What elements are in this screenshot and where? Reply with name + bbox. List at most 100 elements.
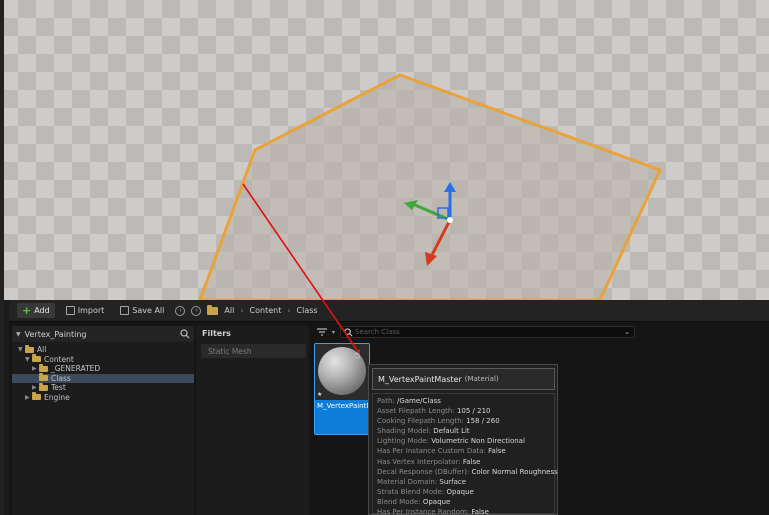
property-key: Lighting Mode: — [377, 437, 432, 446]
property-value: False — [462, 457, 481, 466]
search-icon — [344, 328, 353, 337]
tree-item-label: All — [37, 345, 47, 355]
property-value: False — [488, 447, 506, 456]
tooltip-property-row: Material Domain: Surface — [377, 477, 554, 487]
hand-cursor-icon: ☝ — [354, 348, 361, 361]
breadcrumb-content[interactable]: Content — [250, 306, 282, 315]
asset-tile-material[interactable]: ★ M_VertexPaintMaster — [314, 343, 391, 435]
tooltip-property-row: Shading Model: Default Lit — [377, 426, 554, 436]
tooltip-asset-type: (Material) — [464, 375, 499, 383]
tooltip-property-row: Has Per Instance Custom Data: False — [377, 446, 554, 456]
chevron-down-icon[interactable]: ⌄ — [624, 328, 630, 336]
tooltip-property-row: Cooking Filepath Length: 158 / 260 — [377, 416, 554, 426]
filter-icon[interactable] — [316, 327, 328, 337]
tooltip-title: M_VertexPaintMaster — [378, 374, 462, 384]
property-value: Opaque — [446, 487, 474, 496]
sources-panel: ▼ Vertex_Painting ▼ All ▼ Content ▶ _GENERATE… — [12, 326, 194, 515]
star-icon: ★ — [317, 391, 323, 398]
tree-item-all[interactable]: ▼ All — [12, 344, 194, 355]
tooltip-property-row: Strata Blend Mode: Opaque — [377, 487, 554, 497]
property-value: Surface — [439, 477, 467, 486]
collapse-arrow-icon[interactable]: ▼ — [16, 331, 21, 338]
breadcrumb-all[interactable]: All — [224, 306, 234, 315]
viewport-scene — [198, 73, 663, 300]
property-value: Default Lit — [433, 427, 470, 436]
add-label: Add — [34, 306, 50, 315]
plus-icon: + — [22, 304, 32, 317]
property-key: Cooking Filepath Length: — [377, 417, 467, 426]
save-all-button[interactable]: Save All — [115, 303, 169, 318]
tooltip-property-row: Has Per Instance Random: False — [377, 507, 554, 515]
level-viewport[interactable] — [0, 0, 769, 300]
search-placeholder: Search Class — [355, 328, 400, 336]
property-key: Has Per Instance Custom Data: — [377, 447, 489, 456]
search-icon[interactable] — [180, 329, 190, 339]
project-name: Vertex_Painting — [24, 329, 87, 339]
folder-icon — [207, 304, 219, 315]
expand-arrow-icon[interactable]: ▶ — [32, 365, 39, 372]
property-key: Has Per Instance Random: — [377, 508, 472, 515]
property-key: Asset Filepath Length: — [377, 407, 457, 416]
asset-tile-label: M_VertexPaintMaster — [317, 402, 391, 410]
material-thumbnail: ★ — [315, 344, 369, 400]
tree-item-generated[interactable]: ▶ _GENERATED — [12, 363, 194, 374]
property-value: /Game/Class — [396, 397, 441, 405]
chevron-down-icon[interactable]: ▾ — [332, 329, 335, 336]
tree-item-test[interactable]: ▶ Test — [12, 382, 194, 393]
tree-item-class[interactable]: Class — [12, 373, 194, 383]
tooltip-property-row: Lighting Mode: Volumetric Non Directiona… — [377, 436, 554, 446]
folder-icon — [39, 382, 48, 391]
tree-item-label: Class — [51, 373, 71, 383]
expand-arrow-icon[interactable]: ▶ — [32, 384, 39, 391]
tree-item-label: Test — [51, 383, 66, 393]
tree-item-label: Content — [44, 354, 74, 364]
folder-icon — [39, 373, 48, 382]
tooltip-property-row: Blend Mode: Opaque — [377, 497, 554, 507]
tree-item-engine[interactable]: ▶ Engine — [12, 392, 194, 403]
tree-item-label: _GENERATED — [51, 364, 101, 374]
chevron-right-icon: › — [287, 306, 291, 315]
property-value: False — [471, 508, 489, 515]
property-key: Blend Mode: — [377, 497, 423, 506]
window-edge — [0, 0, 4, 515]
tooltip-property-row: Decal Response (DBuffer): Color Normal R… — [377, 467, 558, 477]
property-key: Shading Model: — [377, 427, 434, 436]
import-icon — [65, 306, 75, 315]
property-value: Opaque — [422, 497, 451, 506]
property-key: Has Vertex Interpolator: — [377, 457, 463, 466]
chevron-right-icon: › — [240, 306, 244, 315]
folder-icon — [32, 354, 41, 363]
add-button[interactable]: + Add — [17, 303, 55, 318]
breadcrumb-class[interactable]: Class — [297, 306, 318, 315]
filters-panel: Filters Static Mesh — [196, 326, 309, 515]
save-all-label: Save All — [132, 306, 165, 315]
property-key: Path: — [377, 397, 397, 405]
expand-arrow-icon[interactable]: ▼ — [25, 356, 32, 363]
property-value: 105 / 210 — [456, 407, 491, 416]
tooltip-property-row: Asset Filepath Length: 105 / 210 — [377, 406, 554, 416]
tree-item-content[interactable]: ▼ Content — [12, 354, 194, 365]
folder-icon — [39, 363, 48, 372]
property-key: Strata Blend Mode: — [377, 487, 447, 496]
asset-tooltip: M_VertexPaintMaster (Material) Path: /Ga… — [368, 364, 558, 515]
sources-header[interactable]: ▼ Vertex_Painting — [12, 326, 194, 342]
expand-arrow-icon[interactable]: ▶ — [25, 394, 32, 401]
tooltip-property-row: Path: /Game/Class — [377, 396, 554, 406]
property-key: Material Domain: — [377, 477, 440, 486]
property-value: 158 / 260 — [466, 417, 500, 426]
asset-search-input[interactable]: Search Class ⌄ — [340, 326, 635, 338]
folder-icon — [32, 392, 41, 401]
expand-arrow-icon[interactable]: ▼ — [18, 346, 25, 353]
tooltip-header: M_VertexPaintMaster (Material) — [372, 368, 555, 390]
tooltip-body: Path: /Game/Class Asset Filepath Length: … — [372, 393, 558, 515]
folder-tree: ▼ All ▼ Content ▶ _GENERATED Class ▶ Test ▶ Engine — [12, 342, 194, 402]
tooltip-property-row: Has Vertex Interpolator: False — [377, 457, 554, 467]
filter-static-mesh[interactable]: Static Mesh — [201, 344, 306, 358]
content-browser-toolbar: + Add Import Save All ‹ › All › Content … — [9, 300, 769, 322]
import-label: Import — [77, 306, 105, 315]
tree-item-label: Engine — [44, 392, 70, 402]
back-icon[interactable]: ‹ — [175, 305, 186, 316]
property-value: Color Normal Roughness — [471, 467, 558, 476]
import-button[interactable]: Import — [61, 303, 110, 318]
forward-icon[interactable]: › — [191, 305, 202, 316]
